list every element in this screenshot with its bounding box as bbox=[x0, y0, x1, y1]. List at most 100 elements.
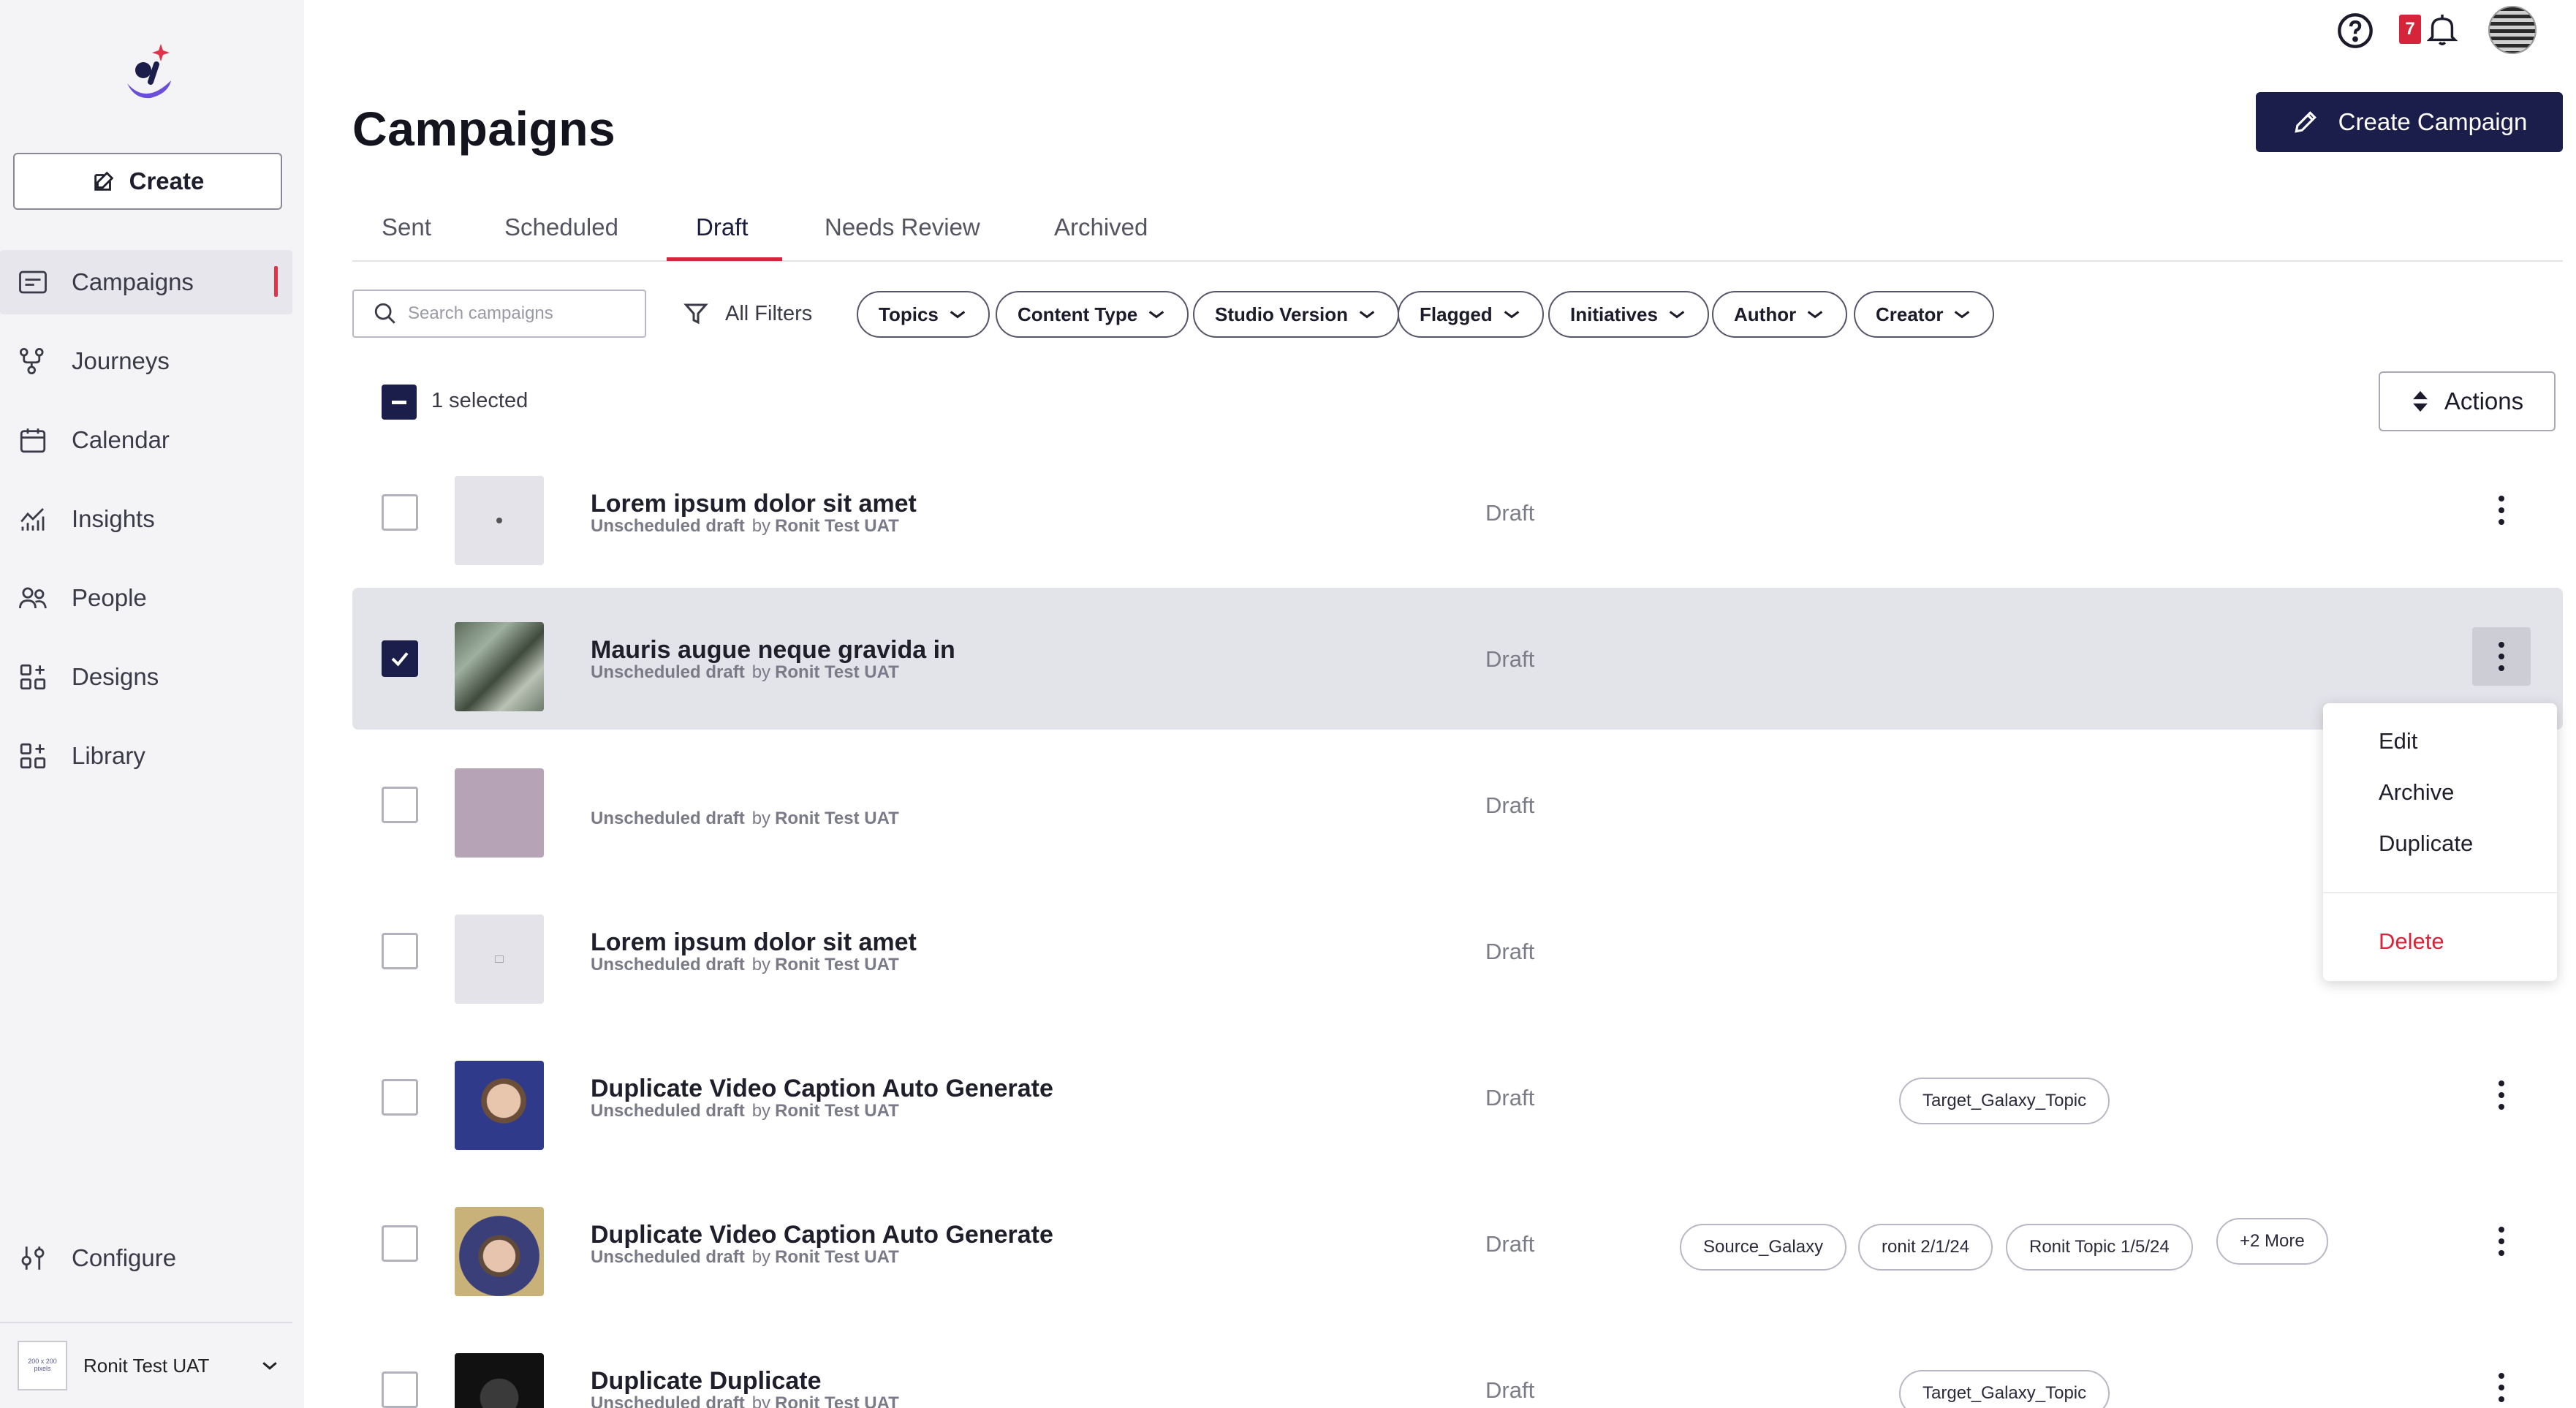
campaign-row[interactable]: Unscheduled draft by Ronit Test UAT Draft bbox=[352, 734, 2563, 876]
campaign-meta: Unscheduled draft by Ronit Test UAT bbox=[591, 516, 899, 536]
row-menu-button[interactable] bbox=[2472, 481, 2531, 540]
more-vertical-icon bbox=[2499, 496, 2504, 525]
create-campaign-label: Create Campaign bbox=[2338, 108, 2528, 135]
tab-archived[interactable]: Archived bbox=[1054, 213, 1148, 241]
topic-tag[interactable]: ronit 2/1/24 bbox=[1858, 1224, 1993, 1271]
campaign-row[interactable]: Lorem ipsum dolor sit amet Unscheduled d… bbox=[352, 880, 2563, 1022]
campaign-status: Draft bbox=[1485, 1085, 1535, 1110]
campaign-row[interactable]: Duplicate Video Caption Auto Generate Un… bbox=[352, 1173, 2563, 1314]
sidebar-item-label: Journeys bbox=[72, 347, 170, 374]
actions-button[interactable]: Actions bbox=[2379, 371, 2556, 431]
actions-label: Actions bbox=[2444, 387, 2524, 415]
row-menu-button[interactable] bbox=[2472, 627, 2531, 686]
sidebar-item-people[interactable]: People bbox=[0, 566, 304, 630]
campaign-thumbnail bbox=[455, 1353, 544, 1408]
campaign-title[interactable]: Lorem ipsum dolor sit amet bbox=[591, 928, 917, 957]
topic-tag[interactable]: Target_Galaxy_Topic bbox=[1899, 1370, 2110, 1408]
all-filters-label: All Filters bbox=[725, 301, 813, 325]
filter-chip-topics[interactable]: Topics bbox=[857, 291, 990, 338]
filter-chip-label: Author bbox=[1734, 303, 1797, 325]
row-checkbox[interactable] bbox=[382, 494, 418, 531]
topic-tag[interactable]: Target_Galaxy_Topic bbox=[1899, 1078, 2110, 1124]
create-button[interactable]: Create bbox=[13, 153, 282, 210]
help-icon[interactable] bbox=[2336, 12, 2374, 50]
topic-tag[interactable]: Source_Galaxy bbox=[1680, 1224, 1847, 1271]
menu-item-duplicate[interactable]: Duplicate bbox=[2379, 830, 2473, 857]
more-tags-button[interactable]: +2 More bbox=[2216, 1218, 2328, 1265]
bell-icon[interactable] bbox=[2425, 12, 2459, 48]
filter-chip-label: Initiatives bbox=[1570, 303, 1658, 325]
menu-item-edit[interactable]: Edit bbox=[2379, 728, 2417, 754]
filter-chip-content-type[interactable]: Content Type bbox=[996, 291, 1189, 338]
sidebar-item-label: Configure bbox=[72, 1244, 177, 1271]
filter-chip-author[interactable]: Author bbox=[1712, 291, 1848, 338]
select-all-checkbox[interactable] bbox=[382, 385, 417, 420]
campaign-title[interactable]: Duplicate Video Caption Auto Generate bbox=[591, 1221, 1053, 1249]
row-checkbox[interactable] bbox=[382, 640, 418, 677]
campaign-meta: Unscheduled draft by Ronit Test UAT bbox=[591, 1247, 899, 1267]
row-checkbox[interactable] bbox=[382, 933, 418, 969]
sidebar-item-insights[interactable]: Insights bbox=[0, 487, 304, 551]
sidebar-item-label: Designs bbox=[72, 663, 159, 690]
tab-needs-review[interactable]: Needs Review bbox=[825, 213, 980, 241]
campaign-thumbnail bbox=[455, 915, 544, 1004]
row-checkbox[interactable] bbox=[382, 1079, 418, 1116]
sidebar-item-configure[interactable]: Configure bbox=[18, 1243, 176, 1273]
menu-item-delete[interactable]: Delete bbox=[2379, 928, 2444, 955]
selection-count: 1 selected bbox=[431, 389, 529, 412]
campaign-meta: Unscheduled draft by Ronit Test UAT bbox=[591, 955, 899, 974]
tab-scheduled[interactable]: Scheduled bbox=[504, 213, 618, 241]
campaign-status: Draft bbox=[1485, 792, 1535, 818]
row-checkbox[interactable] bbox=[382, 787, 418, 823]
tab-sent[interactable]: Sent bbox=[382, 213, 431, 241]
topic-tag[interactable]: Ronit Topic 1/5/24 bbox=[2006, 1224, 2193, 1271]
filter-chip-flagged[interactable]: Flagged bbox=[1398, 291, 1544, 338]
sidebar-item-journeys[interactable]: Journeys bbox=[0, 329, 304, 393]
designs-icon bbox=[20, 664, 46, 690]
page-title: Campaigns bbox=[352, 102, 616, 156]
campaign-title[interactable]: Lorem ipsum dolor sit amet bbox=[591, 490, 917, 518]
sidebar-item-campaigns[interactable]: Campaigns bbox=[0, 250, 292, 314]
campaign-row[interactable]: Lorem ipsum dolor sit amet Unscheduled d… bbox=[352, 442, 2563, 583]
campaign-title[interactable]: Duplicate Duplicate bbox=[591, 1367, 822, 1396]
notification-count-badge[interactable]: 7 bbox=[2399, 15, 2421, 44]
filter-chip-label: Studio Version bbox=[1215, 303, 1349, 325]
sidebar-item-designs[interactable]: Designs bbox=[0, 645, 304, 709]
filter-chip-studio-version[interactable]: Studio Version bbox=[1193, 291, 1400, 338]
campaign-status: Draft bbox=[1485, 646, 1535, 672]
create-campaign-button[interactable]: Create Campaign bbox=[2256, 92, 2563, 152]
journeys-icon bbox=[19, 347, 44, 375]
row-menu-button[interactable] bbox=[2472, 1358, 2531, 1408]
tab-draft[interactable]: Draft bbox=[696, 213, 749, 241]
all-filters-button[interactable]: All Filters bbox=[683, 295, 812, 332]
chevron-down-icon bbox=[1807, 311, 1823, 319]
campaign-row[interactable]: Mauris augue neque gravida in Unschedule… bbox=[352, 588, 2563, 730]
sidebar: Create Campaigns Journeys Calendar Insig… bbox=[0, 0, 304, 1408]
row-menu-button[interactable] bbox=[2472, 1066, 2531, 1124]
campaign-meta: Unscheduled draft by Ronit Test UAT bbox=[591, 809, 899, 828]
campaign-title[interactable]: Duplicate Video Caption Auto Generate bbox=[591, 1075, 1053, 1103]
sidebar-item-label: People bbox=[72, 584, 147, 611]
chevron-down-icon bbox=[1148, 311, 1164, 319]
sidebar-item-label: Insights bbox=[72, 505, 155, 532]
filter-chip-creator[interactable]: Creator bbox=[1854, 291, 1995, 338]
menu-item-archive[interactable]: Archive bbox=[2379, 779, 2454, 806]
chevron-down-icon bbox=[1955, 311, 1970, 319]
filter-chip-initiatives[interactable]: Initiatives bbox=[1548, 291, 1709, 338]
row-menu-button[interactable] bbox=[2472, 1212, 2531, 1271]
brand-logo[interactable] bbox=[117, 38, 183, 104]
sidebar-item-label: Library bbox=[72, 742, 145, 769]
row-checkbox[interactable] bbox=[382, 1225, 418, 1262]
more-vertical-icon bbox=[2499, 1373, 2504, 1402]
pencil-icon bbox=[2294, 111, 2316, 133]
account-switcher[interactable]: 200 x 200 pixels Ronit Test UAT bbox=[18, 1341, 281, 1390]
sidebar-item-calendar[interactable]: Calendar bbox=[0, 408, 304, 472]
more-vertical-icon bbox=[2499, 642, 2504, 671]
campaign-row[interactable]: Duplicate Duplicate Unscheduled draft by R… bbox=[352, 1319, 2563, 1408]
campaign-title[interactable]: Mauris augue neque gravida in bbox=[591, 636, 955, 665]
user-avatar[interactable] bbox=[2488, 6, 2537, 54]
campaign-row[interactable]: Duplicate Video Caption Auto Generate Un… bbox=[352, 1026, 2563, 1168]
row-checkbox[interactable] bbox=[382, 1371, 418, 1408]
sidebar-item-library[interactable]: Library bbox=[0, 724, 304, 788]
search-input[interactable]: Search campaigns bbox=[352, 289, 646, 338]
